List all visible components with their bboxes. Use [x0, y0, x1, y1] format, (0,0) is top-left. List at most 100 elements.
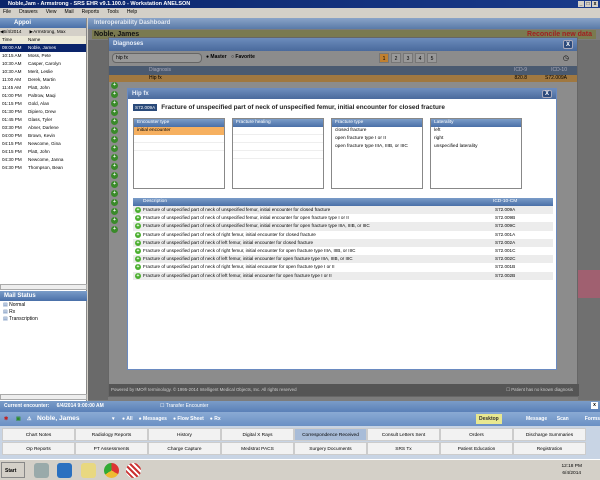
- close-icon[interactable]: X: [563, 40, 573, 49]
- server-manager-icon[interactable]: [34, 463, 49, 478]
- appointment-row[interactable]: 04:30 PM Newcome, Janna: [0, 156, 86, 164]
- tab-medstrat-pacs[interactable]: Medstrat PACS: [221, 442, 294, 455]
- appointment-row[interactable]: 01:45 PM Glass, Tyler: [0, 116, 86, 124]
- link-forms[interactable]: Forms: [585, 412, 600, 440]
- add-diagnosis-icon[interactable]: +: [111, 100, 118, 107]
- add-icon[interactable]: +: [135, 239, 141, 246]
- add-diagnosis-icon[interactable]: +: [111, 208, 118, 215]
- menu-view[interactable]: View: [46, 8, 57, 17]
- mail-status-item[interactable]: ▤ Normal: [3, 302, 38, 309]
- add-diagnosis-icon[interactable]: +: [111, 226, 118, 233]
- filter-option[interactable]: closed fracture: [332, 127, 422, 135]
- chrome-icon[interactable]: [104, 463, 119, 478]
- filter-option[interactable]: open fracture type I or II: [332, 135, 422, 143]
- mail-status-item[interactable]: ▤ Transcription: [3, 316, 38, 323]
- description-row[interactable]: + Fracture of unspecified part of neck of…: [133, 238, 553, 247]
- menu-drawers[interactable]: Drawers: [19, 8, 38, 17]
- add-diagnosis-icon[interactable]: +: [111, 190, 118, 197]
- appointment-row[interactable]: 10:15 AM Moss, Pete: [0, 52, 86, 60]
- page-5[interactable]: 5: [427, 53, 437, 63]
- close-button[interactable]: x: [592, 1, 598, 7]
- add-icon[interactable]: +: [135, 248, 141, 255]
- appointment-row[interactable]: 01:30 PM Dipiero, Drew: [0, 108, 86, 116]
- tab-discharge-summaries[interactable]: Discharge Summaries: [513, 428, 586, 441]
- horizontal-scrollbar[interactable]: [0, 284, 87, 290]
- add-icon[interactable]: +: [135, 223, 141, 230]
- powershell-icon[interactable]: [57, 463, 72, 478]
- tab-consult-letters-sent[interactable]: Consult Letters Sent: [367, 428, 440, 441]
- description-row[interactable]: + Fracture of unspecified part of neck of…: [133, 206, 553, 215]
- add-icon[interactable]: +: [135, 207, 141, 214]
- tab-chart-notes[interactable]: Chart Notes: [2, 428, 75, 441]
- no-known-diagnosis-checkbox[interactable]: ☐ Patient has no known diagnosis: [506, 384, 573, 396]
- page-4[interactable]: 4: [415, 53, 425, 63]
- menu-file[interactable]: File: [3, 8, 11, 17]
- add-diagnosis-icon[interactable]: +: [111, 199, 118, 206]
- tab-patient-education[interactable]: Patient Education: [440, 442, 513, 455]
- col-time[interactable]: Time: [0, 36, 28, 44]
- tab-charge-capture[interactable]: Charge Capture: [148, 442, 221, 455]
- menu-help[interactable]: Help: [127, 8, 137, 17]
- appointment-row[interactable]: 01:15 PM Gold, Alan: [0, 100, 86, 108]
- transfer-encounter-checkbox[interactable]: ☐ Transfer Encounter: [160, 401, 208, 412]
- appointment-row[interactable]: 11:00 AM Derek, Martin: [0, 76, 86, 84]
- appointment-row[interactable]: 04:15 PM Platt, John: [0, 148, 86, 156]
- appointment-row[interactable]: 03:30 PM Abner, Darlene: [0, 124, 86, 132]
- tab-orders[interactable]: Orders: [440, 428, 513, 441]
- description-row[interactable]: + Fracture of unspecified part of neck of…: [133, 222, 553, 231]
- add-diagnosis-icon[interactable]: +: [111, 127, 118, 134]
- appointment-row[interactable]: 01:00 PM Paltrow, Maqi: [0, 92, 86, 100]
- menu-reports[interactable]: Reports: [82, 8, 100, 17]
- tab-history[interactable]: History: [148, 428, 221, 441]
- description-row[interactable]: + Fracture of unspecified part of neck of…: [133, 247, 553, 255]
- add-icon[interactable]: +: [135, 272, 141, 279]
- appointment-row[interactable]: 04:30 PM Thompson, Bean: [0, 164, 86, 172]
- srs-ehr-icon[interactable]: [126, 463, 141, 478]
- appointment-row[interactable]: 10:30 AM Merit, Leslie: [0, 68, 86, 76]
- filter-option[interactable]: unspecified laterality: [431, 143, 521, 151]
- description-row[interactable]: + Fracture of unspecified part of neck of…: [133, 255, 553, 264]
- appointment-row[interactable]: 11:45 AM Platt, John: [0, 84, 86, 92]
- diagnosis-search-input[interactable]: [112, 53, 202, 63]
- add-diagnosis-icon[interactable]: +: [111, 136, 118, 143]
- tab-srs-tx[interactable]: SRS Tx: [367, 442, 440, 455]
- maximize-button[interactable]: □: [585, 1, 591, 7]
- appointment-row[interactable]: 09:00 AM Noble, James: [0, 44, 86, 52]
- description-row[interactable]: + Fracture of unspecified part of neck of…: [133, 271, 553, 280]
- add-diagnosis-icon[interactable]: +: [111, 118, 118, 125]
- add-diagnosis-icon[interactable]: +: [111, 181, 118, 188]
- flag-icon[interactable]: ✱: [4, 412, 8, 426]
- add-icon[interactable]: +: [135, 264, 141, 271]
- description-row[interactable]: + Fracture of unspecified part of neck of…: [133, 231, 553, 239]
- add-diagnosis-icon[interactable]: +: [111, 82, 118, 89]
- page-3[interactable]: 3: [403, 53, 413, 63]
- add-icon[interactable]: +: [135, 256, 141, 263]
- close-icon[interactable]: x: [591, 402, 598, 409]
- add-diagnosis-icon[interactable]: +: [111, 109, 118, 116]
- description-row[interactable]: + Fracture of unspecified part of neck of…: [133, 263, 553, 271]
- add-diagnosis-icon[interactable]: +: [111, 163, 118, 170]
- tab-correspondence-received[interactable]: Correspondence Received: [294, 428, 367, 441]
- radio-master[interactable]: ● Master: [206, 54, 227, 60]
- add-diagnosis-icon[interactable]: +: [111, 145, 118, 152]
- appointment-row[interactable]: 04:00 PM Brown, Kevin: [0, 132, 86, 140]
- filter-option[interactable]: left: [431, 127, 521, 135]
- explorer-icon[interactable]: [81, 463, 96, 478]
- appointment-row[interactable]: 04:15 PM Newcome, Gina: [0, 140, 86, 148]
- close-icon[interactable]: X: [542, 90, 552, 98]
- filter-option[interactable]: open fracture type IIIA, IIIB, or IIIC: [332, 143, 422, 151]
- minimize-button[interactable]: _: [578, 1, 584, 7]
- add-icon[interactable]: +: [135, 231, 141, 238]
- tab-digital-x-rays[interactable]: Digital X Rays: [221, 428, 294, 441]
- filter-flow-sheet[interactable]: ● Flow Sheet: [173, 412, 204, 426]
- add-icon[interactable]: +: [135, 215, 141, 222]
- horizontal-scrollbar[interactable]: [0, 394, 87, 400]
- history-icon[interactable]: ◷: [563, 54, 569, 62]
- page-2[interactable]: 2: [391, 53, 401, 63]
- add-diagnosis-icon[interactable]: +: [111, 91, 118, 98]
- tab-surgery-documents[interactable]: Surgery Documents: [294, 442, 367, 455]
- add-diagnosis-icon[interactable]: +: [111, 154, 118, 161]
- warning-icon[interactable]: ⚠: [27, 412, 31, 426]
- mail-status-item[interactable]: ▤ Rx: [3, 309, 38, 316]
- desktop-button[interactable]: Desktop: [476, 414, 502, 424]
